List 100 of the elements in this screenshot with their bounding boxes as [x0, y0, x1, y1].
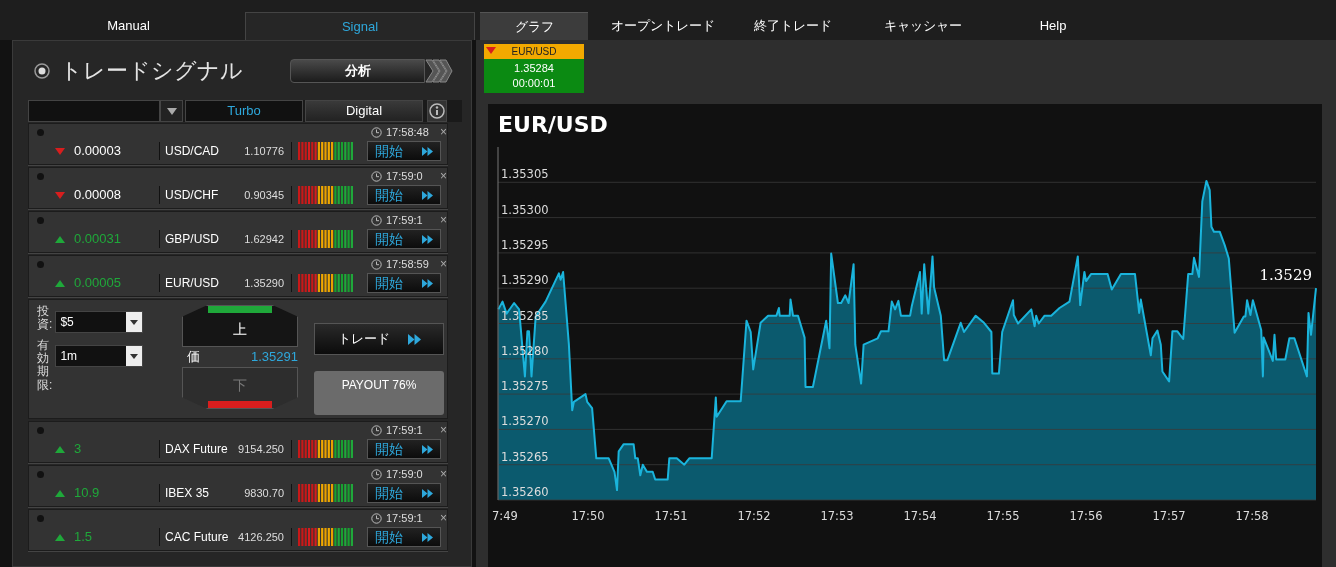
top-tab[interactable]: Signal: [245, 12, 475, 40]
x-axis-label: 17:55: [986, 509, 1020, 523]
top-tab[interactable]: オープントレード: [598, 12, 728, 40]
double-arrow-icon: [422, 234, 433, 244]
y-axis-label: 1.35305: [501, 167, 549, 182]
x-axis-label: 17:51: [654, 509, 688, 523]
strength-meter-icon: [298, 274, 354, 292]
asset-price: 1.62942: [243, 231, 284, 247]
double-arrow-icon: [422, 444, 433, 454]
up-button[interactable]: 上: [182, 305, 298, 347]
x-axis-label: 17:52: [737, 509, 771, 523]
strength-meter-icon: [298, 186, 354, 204]
asset-name: EUR/USD: [164, 275, 220, 292]
close-button[interactable]: ×: [440, 126, 447, 138]
status-dot-icon: [37, 172, 44, 180]
x-axis-label: 17:50: [571, 509, 605, 523]
asset-name: USD/CAD: [164, 143, 220, 160]
top-tab[interactable]: Help: [988, 12, 1118, 40]
change-value: 0.00008: [74, 186, 122, 205]
close-button[interactable]: ×: [440, 512, 447, 524]
trade-button[interactable]: トレード: [314, 323, 444, 355]
status-dot-icon: [37, 426, 44, 434]
chart-title: EUR/USD: [498, 111, 608, 139]
filter-tab[interactable]: Digital: [305, 100, 423, 122]
ticker-timer: 00:00:01: [512, 76, 556, 91]
asset-price: 1.10776: [243, 143, 284, 159]
signal-time: 17:59:1: [386, 510, 424, 526]
signal-time: 17:59:1: [386, 212, 424, 228]
y-axis-label: 1.35260: [501, 485, 549, 499]
trade-price: 1.35291: [251, 348, 298, 367]
ticker-asset: EUR/USD: [511, 45, 557, 59]
change-value: 0.00003: [74, 142, 122, 161]
x-axis-label: 17:57: [1152, 509, 1186, 523]
top-tab[interactable]: キャッシャー: [858, 12, 988, 40]
top-tab[interactable]: グラフ: [480, 12, 588, 40]
start-button[interactable]: 開始: [367, 185, 441, 205]
top-tab[interactable]: 終了トレード: [728, 12, 858, 40]
start-button[interactable]: 開始: [367, 527, 441, 547]
status-dot-icon: [37, 260, 44, 268]
y-axis-label: 1.35295: [501, 237, 549, 252]
signal-time: 17:59:0: [386, 466, 424, 482]
select-field[interactable]: $5: [55, 311, 144, 333]
start-button[interactable]: 開始: [367, 141, 441, 161]
start-button[interactable]: 開始: [367, 229, 441, 249]
clock-icon: [371, 126, 382, 138]
change-value: 10.9: [74, 484, 101, 503]
top-tab[interactable]: Manual: [12, 12, 245, 40]
start-button[interactable]: 開始: [367, 483, 441, 503]
filter-tab[interactable]: Turbo: [185, 100, 303, 122]
signal-time: 17:59:1: [386, 422, 424, 438]
price-label: 価: [187, 348, 200, 367]
strength-meter-icon: [298, 528, 354, 546]
x-axis-label: 17:54: [903, 509, 937, 523]
signal-time: 17:58:59: [386, 256, 430, 272]
y-axis-label: 1.35280: [501, 343, 549, 358]
signal-time: 17:59:0: [386, 168, 424, 184]
caret-icon: [130, 353, 139, 359]
double-arrow-icon: [422, 532, 433, 542]
asset-price: 9154.250: [237, 441, 284, 457]
select-field[interactable]: 1m: [55, 345, 144, 367]
asset-price: 4126.250: [237, 529, 284, 545]
y-axis-label: 1.35300: [501, 202, 549, 217]
close-button[interactable]: ×: [440, 214, 447, 226]
x-axis-label: 17:53: [820, 509, 854, 523]
asset-name: CAC Future: [164, 529, 230, 546]
start-button[interactable]: 開始: [367, 439, 441, 459]
panel-title: トレードシグナル: [60, 57, 244, 85]
change-value: 3: [74, 440, 83, 459]
close-button[interactable]: ×: [440, 258, 447, 270]
info-button[interactable]: [427, 100, 447, 122]
last-price-label: 1.3529: [1259, 266, 1312, 285]
caret-icon: [166, 107, 177, 115]
dropdown-button[interactable]: [160, 100, 183, 122]
dropdown-field[interactable]: [28, 100, 160, 122]
clock-icon: [371, 170, 382, 182]
close-button[interactable]: ×: [440, 170, 447, 182]
status-dot-icon: [37, 514, 44, 522]
clock-icon: [371, 258, 382, 270]
start-button[interactable]: 開始: [367, 273, 441, 293]
clock-icon: [371, 424, 382, 436]
double-arrow-icon: [422, 278, 433, 288]
asset-price: 1.35290: [243, 275, 284, 291]
analysis-button[interactable]: 分析: [290, 58, 425, 83]
change-value: 1.5: [74, 528, 94, 547]
radio-icon: [34, 62, 50, 79]
ticker-price: 1.35284: [514, 61, 554, 76]
y-axis-label: 1.35290: [501, 273, 549, 288]
x-axis-label: 7:49: [492, 509, 518, 523]
close-button[interactable]: ×: [440, 424, 447, 436]
field-label: 投資:: [37, 305, 52, 332]
y-axis-label: 1.35285: [501, 308, 549, 323]
strength-meter-icon: [298, 440, 354, 458]
asset-name: GBP/USD: [164, 231, 220, 248]
close-button[interactable]: ×: [440, 468, 447, 480]
clock-icon: [371, 512, 382, 524]
asset-name: IBEX 35: [164, 485, 211, 502]
x-axis-label: 17:56: [1069, 509, 1103, 523]
y-axis-label: 1.35275: [501, 379, 549, 394]
caret-icon: [130, 319, 139, 325]
info-icon: [429, 103, 445, 119]
